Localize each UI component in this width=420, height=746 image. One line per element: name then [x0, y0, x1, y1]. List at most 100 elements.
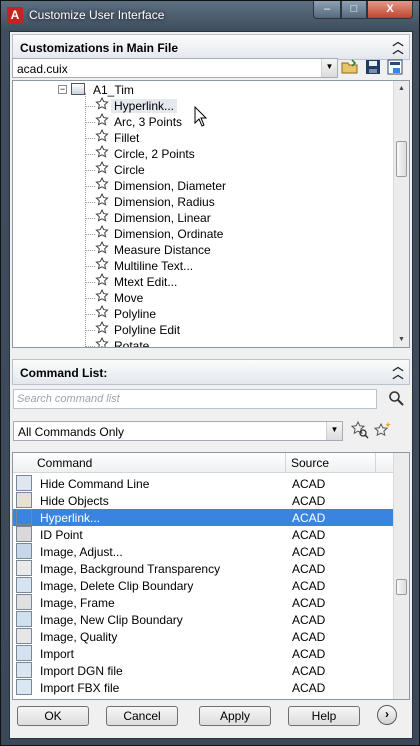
- command-row[interactable]: Image, Quality ACAD: [13, 628, 394, 645]
- scroll-down-icon[interactable]: ▼: [394, 332, 409, 347]
- maximize-button[interactable]: □: [341, 1, 367, 19]
- command-row[interactable]: ID Point ACAD: [13, 526, 394, 543]
- command-row[interactable]: Image, Background Transparency ACAD: [13, 560, 394, 577]
- scroll-up-icon[interactable]: ▲: [394, 81, 409, 96]
- customizations-pane-title: Customizations in Main File: [20, 41, 179, 55]
- tree-connector: [85, 154, 95, 155]
- tree-item[interactable]: Polyline: [13, 305, 393, 322]
- open-folder-icon[interactable]: [341, 59, 359, 77]
- command-source: ACAD: [292, 681, 326, 695]
- tree-item-label: Measure Distance: [114, 243, 211, 257]
- close-button[interactable]: X: [367, 1, 413, 19]
- tree-item-label: Dimension, Diameter: [114, 179, 227, 193]
- star-icon: [95, 161, 109, 174]
- tree-item[interactable]: Measure Distance: [13, 241, 393, 258]
- command-scroll-thumb[interactable]: [396, 579, 407, 595]
- column-header-source[interactable]: Source: [291, 456, 329, 470]
- expand-panel-icon[interactable]: ›: [377, 705, 397, 725]
- column-divider[interactable]: [285, 453, 286, 473]
- tree-item[interactable]: Circle, 2 Points: [13, 145, 393, 162]
- collapse-chevron-icon[interactable]: ︿ ︿: [391, 362, 405, 381]
- customizations-pane-header[interactable]: Customizations in Main File ︿ ︿: [12, 34, 410, 60]
- tree-connector: [85, 330, 95, 331]
- tree-item[interactable]: Polyline Edit: [13, 321, 393, 338]
- ok-button[interactable]: OK: [17, 706, 89, 726]
- collapse-chevron-icon[interactable]: ︿ ︿: [391, 37, 405, 56]
- star-icon: [95, 209, 109, 222]
- command-search-input[interactable]: Search command list: [13, 389, 377, 409]
- tree-node-a1-tim[interactable]: − A1_Tim: [13, 82, 393, 98]
- command-name: ID Point: [40, 528, 83, 542]
- command-name: Hide Objects: [40, 494, 109, 508]
- command-row[interactable]: Import ACAD: [13, 645, 394, 662]
- tree-item[interactable]: Dimension, Radius: [13, 193, 393, 210]
- command-row[interactable]: Import DGN file ACAD: [13, 662, 394, 679]
- command-icon: [16, 475, 32, 491]
- apply-button[interactable]: Apply: [199, 706, 271, 726]
- tree-scroll-thumb[interactable]: [396, 141, 407, 177]
- collapse-node-icon[interactable]: −: [58, 85, 67, 94]
- tree-connector: [85, 170, 95, 171]
- minimize-button[interactable]: –: [313, 1, 341, 19]
- customization-tree[interactable]: − A1_Tim Hyperlink... Arc, 3 Points Fillet…: [12, 80, 410, 348]
- star-icon: [95, 257, 109, 270]
- tree-connector: [85, 298, 95, 299]
- tree-connector: [85, 106, 95, 107]
- command-filter-select[interactable]: All Commands Only ▼: [13, 421, 343, 441]
- customization-file-select[interactable]: acad.cuix ▼: [12, 58, 338, 78]
- new-command-icon[interactable]: [373, 421, 392, 439]
- command-source: ACAD: [292, 613, 326, 627]
- tree-item[interactable]: Move: [13, 289, 393, 306]
- tree-item[interactable]: Circle: [13, 161, 393, 178]
- cancel-button[interactable]: Cancel: [106, 706, 178, 726]
- tree-item[interactable]: Dimension, Diameter: [13, 177, 393, 194]
- command-row[interactable]: Image, New Clip Boundary ACAD: [13, 611, 394, 628]
- command-name: Hyperlink...: [40, 511, 101, 525]
- column-divider[interactable]: [375, 453, 376, 473]
- title-bar[interactable]: A Customize User Interface – □ X: [1, 1, 419, 31]
- command-row[interactable]: Hide Objects ACAD: [13, 492, 394, 509]
- tree-item[interactable]: Dimension, Linear: [13, 209, 393, 226]
- search-icon[interactable]: [387, 390, 405, 408]
- command-source: ACAD: [292, 630, 326, 644]
- tree-item-label: Circle: [114, 163, 145, 177]
- autocad-logo-icon: A: [7, 7, 23, 23]
- command-row[interactable]: Hyperlink... ACAD: [13, 509, 394, 526]
- tree-item-label: Polyline: [114, 307, 157, 321]
- command-grid[interactable]: Command Source Hide Command Line ACAD Hide…: [12, 452, 410, 700]
- tree-item[interactable]: Mtext Edit...: [13, 273, 393, 290]
- command-row[interactable]: Hide Command Line ACAD: [13, 475, 394, 492]
- tree-item[interactable]: Dimension, Ordinate: [13, 225, 393, 242]
- tree-connector: [85, 250, 95, 251]
- transfer-icon[interactable]: [386, 59, 404, 77]
- tree-item[interactable]: Rotate: [13, 337, 393, 347]
- tree-connector: [85, 122, 95, 123]
- tree-item[interactable]: Multiline Text...: [13, 257, 393, 274]
- tree-item-label: Hyperlink...: [111, 99, 178, 113]
- tree-item-label: Fillet: [114, 131, 140, 145]
- command-row[interactable]: Image, Adjust... ACAD: [13, 543, 394, 560]
- command-list-pane-header[interactable]: Command List: ︿ ︿: [12, 359, 410, 385]
- command-row[interactable]: Image, Delete Clip Boundary ACAD: [13, 577, 394, 594]
- star-icon: [95, 97, 109, 110]
- command-row[interactable]: Import FBX file ACAD: [13, 679, 394, 696]
- tree-item[interactable]: Fillet: [13, 129, 393, 146]
- save-icon[interactable]: [364, 59, 382, 77]
- help-button[interactable]: Help: [288, 706, 360, 726]
- tree-item-label: Dimension, Ordinate: [114, 227, 224, 241]
- star-icon: [95, 321, 109, 334]
- command-grid-header: Command Source: [13, 453, 394, 473]
- star-icon: [95, 305, 109, 318]
- command-name: Import DGN file: [40, 664, 123, 678]
- column-header-command[interactable]: Command: [37, 456, 92, 470]
- command-icon: [16, 662, 32, 678]
- tree-item-label: Dimension, Radius: [114, 195, 215, 209]
- tree-item-label: Move: [114, 291, 144, 305]
- tree-connector: [85, 282, 95, 283]
- command-row[interactable]: Image, Frame ACAD: [13, 594, 394, 611]
- command-scrollbar[interactable]: [393, 453, 409, 699]
- tree-scrollbar[interactable]: ▲ ▼: [393, 81, 409, 347]
- toolbar-icon: [71, 83, 85, 95]
- find-command-icon[interactable]: [350, 420, 369, 439]
- command-source: ACAD: [292, 511, 326, 525]
